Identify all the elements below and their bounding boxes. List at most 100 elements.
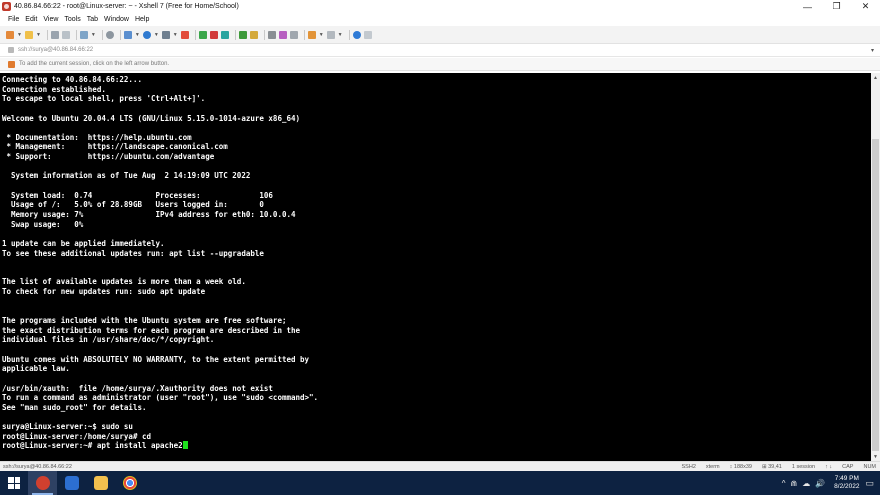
- font-icon[interactable]: [161, 30, 170, 39]
- terminal-line: individual files in /usr/share/doc/*/cop…: [2, 335, 215, 345]
- keyboard-icon[interactable]: [267, 30, 276, 39]
- terminal-line: * Support: https://ubuntu.com/advantage: [2, 152, 215, 162]
- find-icon[interactable]: [105, 30, 114, 39]
- menu-tab[interactable]: Tab: [87, 16, 98, 23]
- new-session-icon[interactable]: [6, 30, 14, 39]
- terminal-line: Swap usage: 0%: [2, 219, 84, 229]
- menu-file[interactable]: File: [8, 16, 19, 23]
- clock-date: 8/2/2022: [834, 483, 860, 490]
- expand-icon[interactable]: [238, 30, 247, 39]
- session-hint-bar: To add the current session, click on the…: [0, 58, 880, 71]
- toolbar-divider: [101, 29, 103, 40]
- record-icon[interactable]: [209, 30, 218, 39]
- menu-view[interactable]: View: [43, 16, 58, 23]
- globe-icon[interactable]: [142, 30, 151, 39]
- scroll-up-icon[interactable]: ▲: [871, 73, 880, 82]
- windows-logo-icon: [8, 477, 20, 489]
- terminal-output[interactable]: Connecting to 40.86.84.66:22... Connectio…: [0, 73, 871, 461]
- tunnel-icon[interactable]: [220, 30, 229, 39]
- chevron-down-icon[interactable]: ▼: [135, 32, 140, 38]
- terminal-line: /usr/bin/xauth: file /home/surya/.Xautho…: [2, 383, 273, 393]
- chevron-down-icon[interactable]: ▼: [36, 32, 41, 38]
- toolbar-divider: [46, 29, 48, 40]
- open-folder-icon[interactable]: [24, 30, 33, 39]
- chat-icon[interactable]: [363, 30, 372, 39]
- taskbar-xshell[interactable]: [28, 471, 57, 495]
- menu-tools[interactable]: Tools: [64, 16, 80, 23]
- address-dropdown-icon[interactable]: ▾: [871, 47, 874, 54]
- chrome-icon: [122, 476, 137, 490]
- properties-icon[interactable]: [79, 30, 88, 39]
- taskbar-clock[interactable]: 7:49 PM 8/2/2022: [834, 475, 859, 491]
- menu-window[interactable]: Window: [104, 16, 129, 23]
- lock-icon[interactable]: [249, 30, 258, 39]
- chevron-down-icon[interactable]: ▼: [91, 32, 96, 38]
- taskbar-chrome[interactable]: [115, 471, 144, 495]
- terminal-line: Memory usage: 7% IPv4 address for eth0: …: [2, 209, 296, 219]
- compose-icon[interactable]: [289, 30, 298, 39]
- transfer-icon[interactable]: [198, 30, 207, 39]
- system-tray: ^ ⋒ ☁ 🔊 7:49 PM 8/2/2022 ▭: [782, 471, 880, 495]
- taskbar-file-explorer[interactable]: [86, 471, 115, 495]
- notification-icon[interactable]: ▭: [865, 478, 874, 489]
- menu-edit[interactable]: Edit: [25, 16, 37, 23]
- chevron-down-icon[interactable]: ▼: [154, 32, 159, 38]
- screen-icon[interactable]: [123, 30, 132, 39]
- add-session-arrow-icon[interactable]: [8, 60, 15, 68]
- disconnect-icon[interactable]: [61, 30, 70, 39]
- reconnect-icon[interactable]: [50, 30, 59, 39]
- windows-taskbar: ^ ⋒ ☁ 🔊 7:49 PM 8/2/2022 ▭: [0, 471, 880, 495]
- taskbar-app-blue[interactable]: [57, 471, 86, 495]
- start-button[interactable]: [0, 471, 28, 495]
- wifi-icon[interactable]: ⋒: [791, 479, 798, 488]
- chevron-down-icon[interactable]: ▼: [338, 32, 343, 38]
- volume-icon[interactable]: 🔊: [815, 479, 825, 488]
- terminal-line: System load: 0.74 Processes: 106: [2, 190, 273, 200]
- address-bar[interactable]: ssh://surya@40.86.84.66:22 ▾: [0, 44, 880, 57]
- terminal-line: the exact distribution terms for each pr…: [2, 325, 301, 335]
- close-button[interactable]: ✕: [851, 0, 880, 13]
- xftp-icon[interactable]: [180, 30, 189, 39]
- toolbar-divider: [348, 29, 350, 40]
- status-bar: ssh://surya@40.86.84.66:22 SSH2 xterm ↕ …: [0, 461, 880, 471]
- terminal-prompt-text: root@Linux-server:~# apt install apache2: [2, 441, 183, 451]
- terminal-line: Connecting to 40.86.84.66:22...: [2, 75, 142, 84]
- terminal-line: To run a command as administrator (user …: [2, 393, 319, 403]
- menu-help[interactable]: Help: [135, 16, 149, 23]
- terminal-line: applicable law.: [2, 364, 70, 374]
- terminal-line: Ubuntu comes with ABSOLUTELY NO WARRANTY…: [2, 354, 310, 364]
- maximize-button[interactable]: ❐: [822, 0, 851, 13]
- terminal-prompt-line[interactable]: root@Linux-server:~# apt install apache2: [2, 441, 871, 451]
- highlight-icon[interactable]: [278, 30, 287, 39]
- terminal-scrollbar[interactable]: ▲ ▼: [871, 73, 880, 461]
- status-arrows[interactable]: ↑ ↓: [825, 464, 832, 470]
- show-hidden-icons-icon[interactable]: ^: [782, 479, 786, 488]
- chevron-down-icon[interactable]: ▼: [319, 32, 324, 38]
- layout-icon[interactable]: [307, 30, 316, 39]
- chevron-down-icon[interactable]: ▼: [173, 32, 178, 38]
- address-field[interactable]: ssh://surya@40.86.84.66:22: [18, 47, 93, 53]
- toolbar: ▼ ▼ ▼ ▼ ▼ ▼ ▼ ▼: [0, 26, 880, 44]
- terminal-line: * Documentation: https://help.ubuntu.com: [2, 132, 192, 142]
- help-icon[interactable]: [352, 30, 361, 39]
- scroll-thumb[interactable]: [872, 139, 879, 451]
- toolbar-divider: [194, 29, 196, 40]
- scroll-down-icon[interactable]: ▼: [871, 452, 880, 461]
- terminal-line: root@Linux-server:/home/surya# cd: [2, 431, 152, 441]
- status-sessions[interactable]: 1 session: [792, 464, 815, 470]
- terminal-line: To escape to local shell, press 'Ctrl+Al…: [2, 94, 206, 104]
- chevron-down-icon[interactable]: ▼: [17, 32, 22, 38]
- minimize-button[interactable]: —: [793, 0, 822, 13]
- toolbar-divider: [119, 29, 121, 40]
- terminal-line: To check for new updates run: sudo apt u…: [2, 287, 206, 297]
- onedrive-icon[interactable]: ☁: [802, 479, 810, 488]
- terminal-line: System information as of Tue Aug 2 14:19…: [2, 171, 251, 181]
- terminal-cursor: [182, 441, 188, 450]
- tile-icon[interactable]: [326, 30, 335, 39]
